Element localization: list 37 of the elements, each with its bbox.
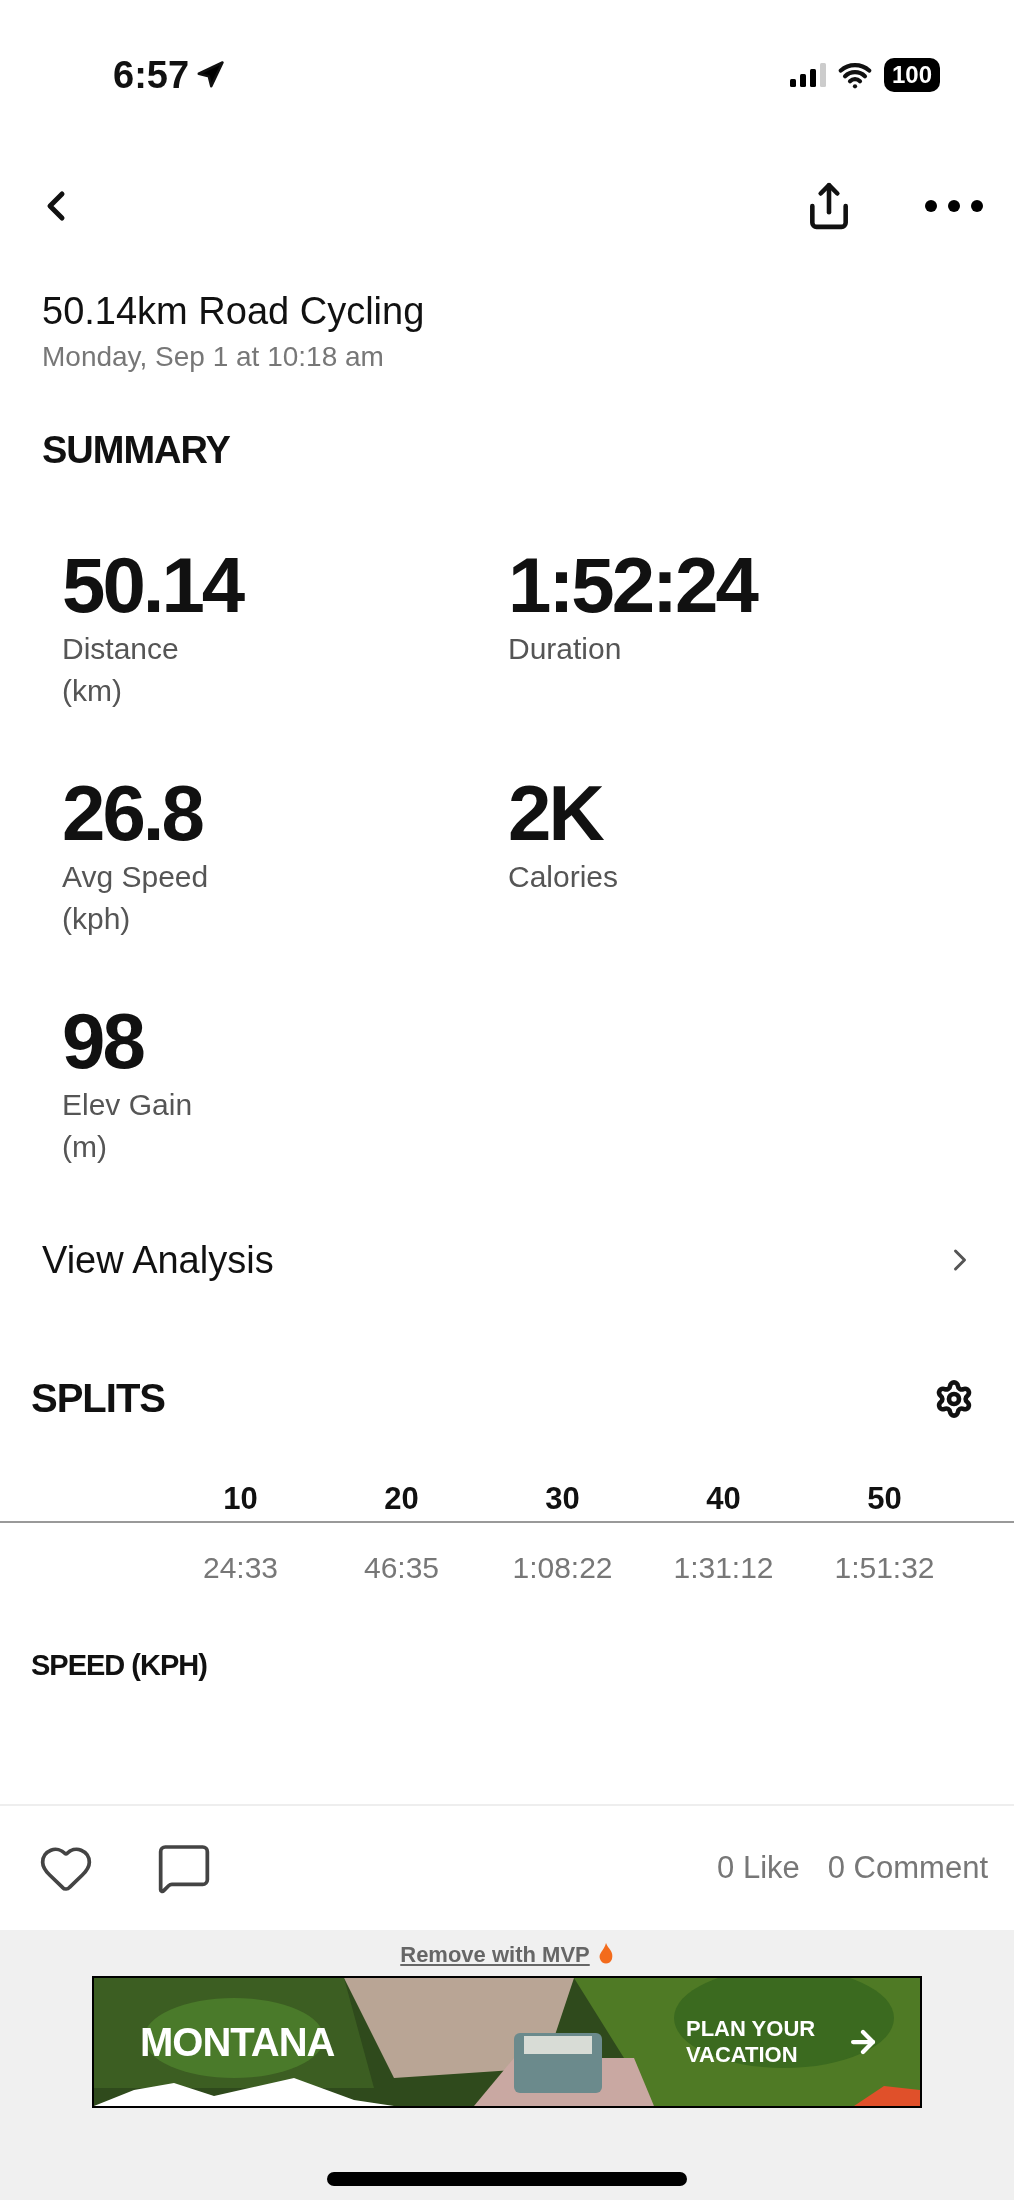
chart-heading: SPEED (KPH): [30, 1648, 208, 1682]
ad-cta: PLAN YOUR VACATION: [686, 2016, 817, 2068]
split-distance: 30: [544, 1481, 581, 1517]
view-analysis-link[interactable]: View Analysis: [0, 1220, 1014, 1300]
split-distance: 20: [383, 1481, 420, 1517]
activity-title: 50.14km Road Cycling: [41, 289, 426, 333]
stat-value: 26.8: [62, 770, 204, 856]
stat-value: 98: [62, 998, 145, 1084]
section-heading: SUMMARY: [41, 428, 231, 472]
battery-level: 100: [883, 58, 940, 92]
stat-value: 2K: [508, 770, 604, 856]
comment-count: 0 Comment: [827, 1850, 988, 1886]
stat-value: 50.14: [62, 542, 245, 628]
stat-label: Calories: [508, 859, 620, 895]
stat-unit: (m): [62, 1129, 108, 1165]
ad-headline: MONTANA: [140, 2019, 335, 2065]
stat-label: Elev Gain: [62, 1087, 194, 1123]
split-time: 1:51:32: [833, 1551, 936, 1585]
split-distance: 40: [705, 1481, 742, 1517]
section-heading: SPLITS: [31, 1376, 166, 1421]
status-time: 6:57: [113, 53, 190, 97]
ad-banner[interactable]: MONTANA PLAN YOUR VACATION: [92, 1976, 922, 2108]
split-time: 24:33: [201, 1551, 280, 1585]
stat-unit: (kph): [62, 901, 132, 937]
like-count: 0 Like: [717, 1850, 800, 1886]
split-time: 1:31:12: [672, 1551, 775, 1585]
stat-label: Duration: [508, 631, 623, 667]
activity-date: Monday, Sep 1 at 10:18 am: [41, 340, 385, 373]
stat-value: 1:52:24: [508, 542, 758, 628]
split-time: 1:08:22: [511, 1551, 614, 1585]
split-time: 46:35: [362, 1551, 441, 1585]
remove-ads-link[interactable]: Remove with MVP: [400, 1942, 590, 1968]
split-distance: 10: [222, 1481, 259, 1517]
stat-label: Avg Speed: [62, 859, 210, 895]
split-distance: 50: [866, 1481, 903, 1517]
stat-label: Distance: [62, 631, 180, 667]
stat-unit: (km): [62, 673, 123, 709]
